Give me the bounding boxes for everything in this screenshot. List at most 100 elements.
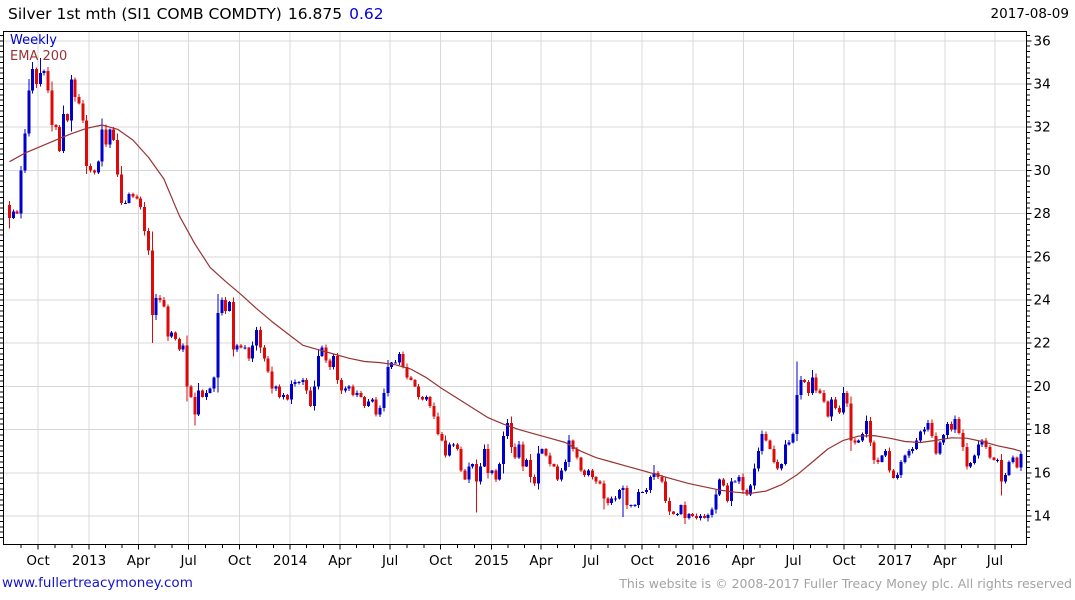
candle-body	[803, 379, 807, 383]
candle-body	[50, 90, 54, 126]
candle-body	[826, 401, 830, 417]
candle-body	[42, 71, 46, 74]
candle-body	[177, 338, 181, 350]
candle-body	[73, 79, 77, 97]
candle-body	[366, 401, 370, 406]
candle-body	[359, 392, 363, 398]
candle-body	[197, 390, 201, 415]
candle-body	[710, 509, 714, 515]
candle-body	[270, 371, 274, 389]
candle-body	[305, 379, 309, 391]
candle-body	[282, 395, 286, 398]
candle-body	[992, 457, 996, 460]
candle-body	[401, 353, 405, 367]
candle-body	[81, 103, 85, 121]
candle-body	[872, 442, 876, 460]
candle-body	[768, 440, 772, 450]
y-axis-labels: 14 16 18 20 22 24 26 28 30 32 34 36	[1034, 33, 1051, 524]
y-axis-label: 32	[1034, 120, 1051, 136]
candle-body	[930, 423, 934, 437]
candle-body	[845, 392, 849, 404]
candle-body	[988, 446, 992, 458]
candle-body	[540, 449, 544, 454]
candle-body	[521, 444, 525, 467]
candle-body	[139, 198, 143, 208]
candle-body	[35, 68, 39, 84]
candle-body	[563, 461, 567, 471]
candle-body	[895, 474, 899, 479]
candle-body	[119, 174, 123, 203]
candle-body	[486, 449, 490, 473]
x-axis-label: Jul	[986, 553, 1003, 569]
candle-body	[92, 170, 96, 173]
candle-body	[822, 392, 826, 402]
candle-body	[339, 379, 343, 391]
candle-body	[841, 392, 845, 413]
candle-body	[625, 487, 629, 506]
candle-body	[54, 125, 58, 128]
candle-body	[776, 461, 780, 469]
candle-body	[691, 513, 695, 516]
candle-body	[100, 129, 104, 162]
plot-border	[3, 31, 1027, 545]
candle-body	[1007, 461, 1011, 475]
x-axis-label: Oct	[832, 553, 855, 569]
candle-body	[532, 477, 536, 484]
candle-body	[150, 250, 154, 316]
candle-body	[965, 446, 969, 467]
candle-body	[69, 79, 73, 121]
candle-body	[336, 356, 340, 380]
candle-body	[737, 477, 741, 482]
timeframe-label: Weekly	[10, 33, 57, 48]
candle-body	[629, 505, 633, 507]
candle-body	[922, 429, 926, 432]
candle-body	[490, 470, 494, 473]
candle-body	[312, 386, 316, 406]
x-axis-label: Oct	[228, 553, 251, 569]
candle-body	[421, 397, 425, 400]
candle-body	[1015, 457, 1019, 468]
candle-body	[590, 470, 594, 478]
candle-body	[258, 330, 262, 348]
price-chart: Oct 2013 Apr Jul Oct 2014 Apr Jul Oct 2015 Apr Jul O…	[0, 31, 1051, 569]
candle-body	[228, 302, 232, 311]
candle-body	[185, 345, 189, 387]
candle-body	[660, 477, 664, 482]
y-axis-label: 20	[1034, 379, 1051, 395]
candle-body	[911, 449, 915, 452]
candle-body	[807, 382, 811, 393]
website-link[interactable]: www.fullertreacymoney.com	[2, 575, 193, 591]
candle-body	[861, 433, 865, 441]
candle-body	[444, 440, 448, 456]
candle-body	[556, 466, 560, 480]
candle-body	[903, 455, 907, 462]
x-axis-label: Apr	[933, 553, 957, 569]
candle-body	[837, 407, 841, 413]
candle-body	[208, 388, 212, 393]
candle-body	[783, 444, 787, 465]
candle-body	[583, 470, 587, 475]
candle-body	[436, 416, 440, 434]
candle-body	[440, 433, 444, 441]
candle-body	[637, 492, 641, 506]
candle-body	[251, 345, 255, 359]
candle-body	[714, 494, 718, 510]
candle-body	[610, 498, 614, 504]
candle-body	[683, 505, 687, 519]
candle-body	[432, 405, 436, 417]
y-axis-label: 36	[1034, 33, 1051, 49]
candle-body	[224, 299, 228, 311]
candle-body	[170, 332, 174, 337]
candle-body	[513, 446, 517, 458]
candle-body	[343, 388, 347, 391]
candle-body	[158, 297, 162, 300]
candle-body	[143, 207, 147, 231]
candle-body	[231, 302, 235, 350]
candle-body	[888, 451, 892, 471]
candle-body	[559, 470, 563, 480]
candle-body	[482, 449, 486, 467]
candle-body	[787, 442, 791, 445]
candle-body	[752, 468, 756, 486]
candle-body	[135, 196, 139, 199]
candle-body	[394, 362, 397, 364]
